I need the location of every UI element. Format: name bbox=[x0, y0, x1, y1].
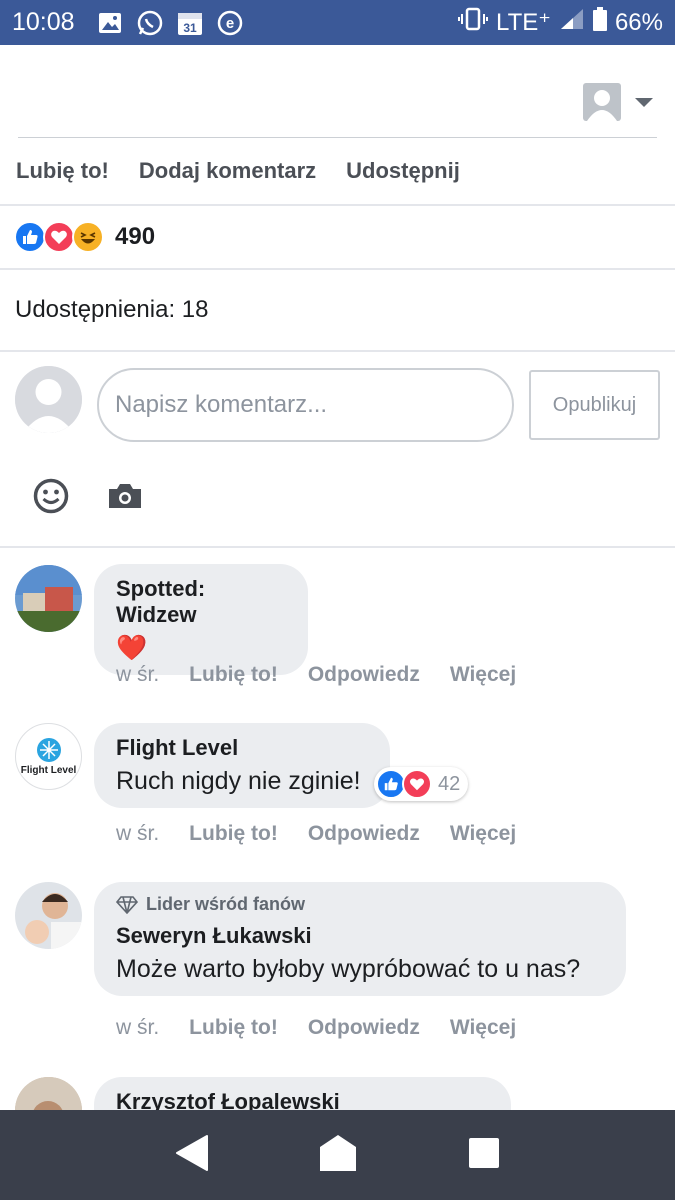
comment-more-button[interactable]: Więcej bbox=[450, 822, 516, 846]
android-nav-bar bbox=[0, 1110, 675, 1200]
comment-reply-button[interactable]: Odpowiedz bbox=[308, 822, 420, 846]
comment-time[interactable]: w śr. bbox=[116, 822, 159, 846]
calendar-day: 31 bbox=[183, 21, 197, 35]
comment-bubble[interactable]: Flight Level Ruch nigdy nie zginie! bbox=[94, 723, 390, 808]
comment-placeholder: Napisz komentarz... bbox=[115, 391, 328, 418]
emoji-icon[interactable] bbox=[32, 477, 70, 520]
e-icon: e bbox=[217, 10, 243, 36]
commenter-avatar[interactable] bbox=[15, 1077, 82, 1110]
like-button[interactable]: Lubię to! bbox=[16, 158, 109, 184]
battery-icon bbox=[592, 7, 607, 38]
comment-author[interactable]: Spotted: Widzew bbox=[116, 576, 286, 628]
whatsapp-icon bbox=[137, 10, 163, 36]
comment-text: ❤️ bbox=[116, 634, 148, 662]
reactions-summary[interactable]: 490 bbox=[0, 206, 675, 270]
share-button[interactable]: Udostępnij bbox=[346, 158, 460, 184]
profile-avatar[interactable] bbox=[583, 83, 621, 121]
chevron-down-icon[interactable] bbox=[635, 98, 653, 107]
comment-more-button[interactable]: Więcej bbox=[450, 1016, 516, 1040]
comment-like-button[interactable]: Lubię to! bbox=[189, 1016, 278, 1040]
image-icon bbox=[97, 10, 123, 36]
battery-percent: 66% bbox=[614, 8, 663, 36]
love-reaction-icon bbox=[43, 221, 75, 253]
camera-icon[interactable] bbox=[107, 482, 143, 515]
comment-reply-button[interactable]: Odpowiedz bbox=[308, 1016, 420, 1040]
comment-meta: w śr. Lubię to! Odpowiedz Więcej bbox=[116, 1016, 516, 1040]
comment-author[interactable]: Seweryn Łukawski bbox=[116, 923, 604, 949]
vibrate-icon bbox=[458, 7, 489, 38]
network-type: LTE⁺ bbox=[496, 9, 551, 36]
commenter-avatar[interactable] bbox=[15, 882, 82, 949]
top-fan-badge: Lider wśród fanów bbox=[116, 894, 604, 915]
publish-button[interactable]: Opublikuj bbox=[529, 370, 660, 440]
post-header bbox=[18, 45, 657, 138]
avatar-logo-text: Flight Level bbox=[20, 765, 77, 776]
shares-count[interactable]: Udostępnienia: 18 bbox=[0, 270, 675, 352]
commenter-avatar[interactable]: Flight Level bbox=[15, 723, 82, 790]
post-actions: Lubię to! Dodaj komentarz Udostępnij bbox=[0, 138, 675, 206]
recents-icon[interactable] bbox=[468, 1137, 500, 1174]
e-letter: e bbox=[225, 15, 233, 32]
post-detail: Lubię to! Dodaj komentarz Udostępnij 490… bbox=[0, 45, 675, 1110]
comment-more-button[interactable]: Więcej bbox=[450, 663, 516, 687]
status-bar: 10:08 31 e LTE⁺ 66% bbox=[0, 0, 675, 45]
like-reaction-icon bbox=[14, 221, 46, 253]
haha-reaction-icon bbox=[72, 221, 104, 253]
comment-bubble[interactable]: Spotted: Widzew ❤️ bbox=[94, 564, 308, 675]
comment-reaction-count: 42 bbox=[438, 772, 461, 795]
home-icon[interactable] bbox=[318, 1133, 358, 1178]
comment-composer: Napisz komentarz... Opublikuj bbox=[0, 352, 675, 548]
comment-input[interactable]: Napisz komentarz... bbox=[97, 368, 514, 442]
comment-meta: w śr. Lubię to! Odpowiedz Więcej bbox=[116, 822, 516, 846]
comment-author[interactable]: Flight Level bbox=[116, 735, 368, 761]
shares-text: Udostępnienia: 18 bbox=[15, 296, 209, 323]
my-avatar bbox=[15, 366, 82, 433]
top-fan-label: Lider wśród fanów bbox=[146, 894, 306, 914]
comment-bubble[interactable]: Lider wśród fanów Seweryn Łukawski Może … bbox=[94, 882, 626, 996]
love-reaction-icon bbox=[402, 769, 432, 799]
reactions-count: 490 bbox=[115, 223, 156, 250]
back-icon[interactable] bbox=[175, 1134, 209, 1177]
comment-time[interactable]: w śr. bbox=[116, 1016, 159, 1040]
add-comment-button[interactable]: Dodaj komentarz bbox=[139, 158, 316, 184]
calendar-icon: 31 bbox=[177, 10, 203, 36]
comment-meta: w śr. Lubię to! Odpowiedz Więcej bbox=[116, 663, 516, 687]
comment-time[interactable]: w śr. bbox=[116, 663, 159, 687]
comment-text: Może warto byłoby wypróbować to u nas? bbox=[116, 955, 581, 983]
comment-text: Ruch nigdy nie zginie! bbox=[116, 767, 361, 795]
comment-author[interactable]: Krzysztof Łopalewski bbox=[116, 1089, 489, 1110]
comment-like-button[interactable]: Lubię to! bbox=[189, 822, 278, 846]
comment-reply-button[interactable]: Odpowiedz bbox=[308, 663, 420, 687]
signal-icon bbox=[559, 7, 585, 38]
commenter-avatar[interactable] bbox=[15, 565, 82, 632]
comment-bubble[interactable]: Krzysztof Łopalewski bbox=[94, 1077, 511, 1110]
comment-like-button[interactable]: Lubię to! bbox=[189, 663, 278, 687]
diamond-icon bbox=[116, 895, 138, 914]
comment-reactions[interactable]: 42 bbox=[374, 767, 469, 801]
status-time: 10:08 bbox=[12, 8, 75, 36]
